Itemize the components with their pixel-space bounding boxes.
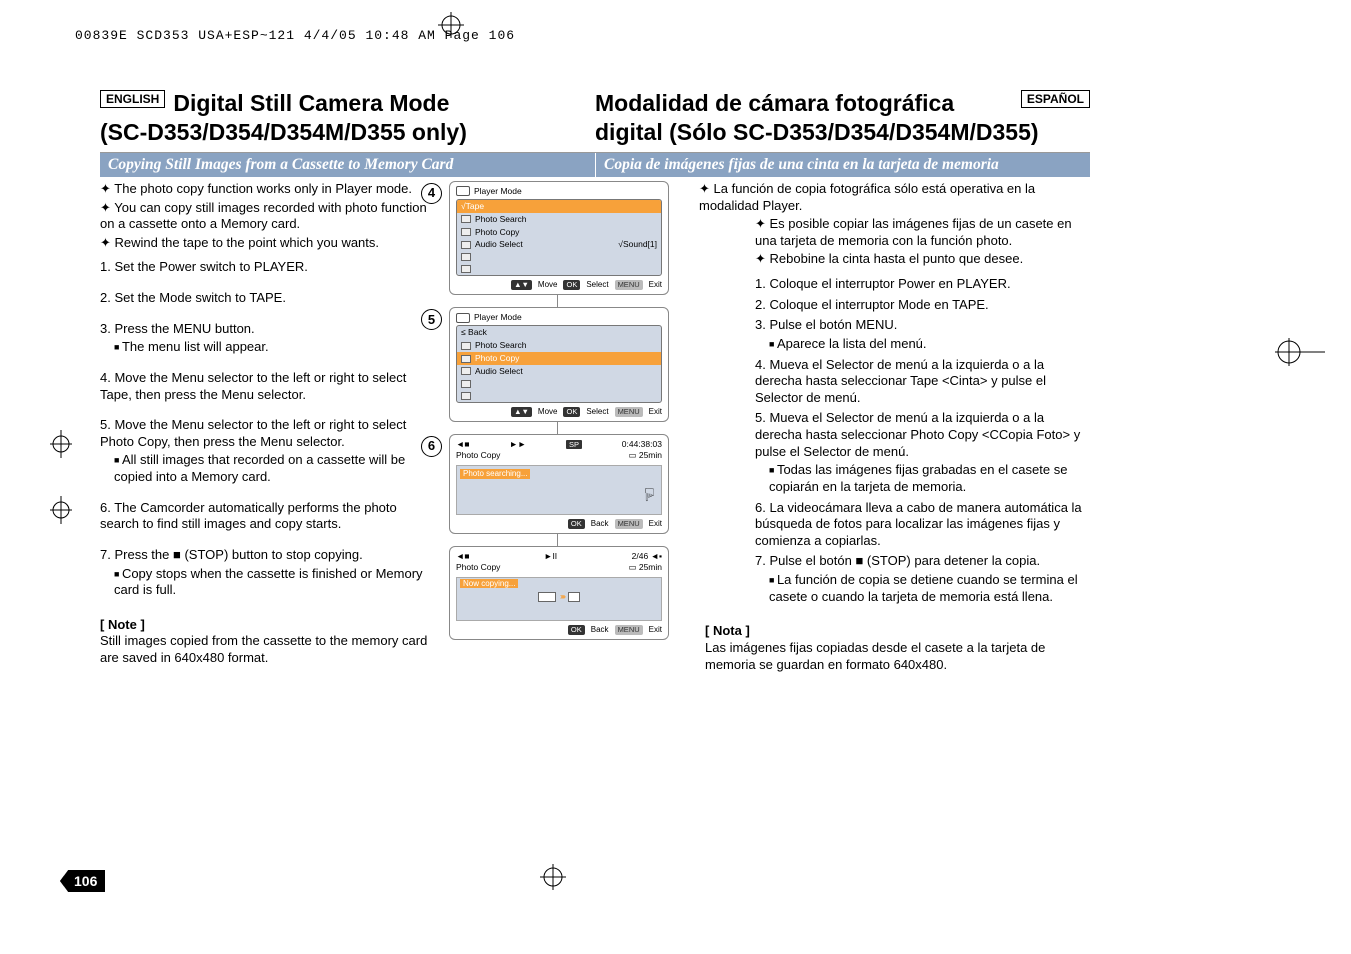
registration-mark-left [50,430,72,524]
left-intro-item: Rewind the tape to the point which you w… [100,235,429,252]
lang-box-english: ENGLISH [100,90,165,108]
right-steps: 1. Coloque el interruptor Power en PLAYE… [755,276,1090,605]
registration-mark-bottom [540,864,566,890]
section-heading-right: Copia de imágenes fijas de una cinta en … [595,153,1090,177]
right-note-body: Las imágenes fijas copiadas desde el cas… [705,640,1090,673]
left-intro-item: You can copy still images recorded with … [100,200,429,233]
left-intro-list: The photo copy function works only in Pl… [100,181,429,252]
menu-diagram-5: Player Mode ≤ Back Photo Search Photo Co… [449,307,669,422]
menu-diagram-4: Player Mode √Tape Photo Search Photo Cop… [449,181,669,296]
left-steps: 1. Set the Power switch to PLAYER. 2. Se… [100,259,429,598]
lang-box-spanish: ESPAÑOL [1021,90,1090,108]
title-left-1: Digital Still Camera Mode [173,90,449,116]
camera-icon [456,186,470,196]
left-note-body: Still images copied from the cassette to… [100,633,429,666]
left-intro-item: The photo copy function works only in Pl… [100,181,429,198]
camera-icon [456,313,470,323]
right-intro-top: La función de copia fotográfica sólo est… [699,181,1090,214]
title-right-1: Modalidad de cámara fotográfica [595,90,954,116]
step-circle-5: 5 [421,309,442,330]
rec-icon: ◄■ [456,551,470,562]
title-right-2: digital (Sólo SC-D353/D354/D354M/D355) [595,119,1090,145]
rec-icon: ◄■ [456,439,470,450]
screen-diagram-6a: ◄■ ►► SP 0:44:38:03 Photo Copy ▭ 25min P… [449,434,669,534]
left-column: The photo copy function works only in Pl… [100,177,435,673]
registration-mark-top [438,12,464,38]
step-circle-6: 6 [421,436,442,457]
right-intro-list: Es posible copiar las imágenes fijas de … [755,216,1090,268]
right-note-head: [ Nota ] [705,623,1090,640]
screen-diagram-6b: ◄■ ►II 2/46 ◄▪ Photo Copy ▭ 25min Now co… [449,546,669,640]
right-intro-item: Es posible copiar las imágenes fijas de … [755,216,1090,249]
transfer-arrows-icon: ››››› [560,591,564,602]
step-circle-4: 4 [421,183,442,204]
page-number-tab: 106 [60,870,105,892]
registration-mark-right [1275,338,1325,366]
tape-icon [538,592,556,602]
card-icon [568,592,580,602]
right-column: La función de copia fotográfica sólo est… [695,177,1090,673]
connector-line [557,295,558,307]
diagrams-column: 4 Player Mode √Tape Photo Search Photo C… [435,177,695,673]
section-heading-left: Copying Still Images from a Cassette to … [100,153,595,177]
title-left-2: (SC-D353/D354/D354M/D355 only) [100,119,595,145]
right-intro-item: Rebobine la cinta hasta el punto que des… [755,251,1090,268]
connector-line [557,534,558,546]
left-note-head: [ Note ] [100,617,429,634]
connector-line [557,422,558,434]
hand-search-icon: ☟ [644,484,655,507]
